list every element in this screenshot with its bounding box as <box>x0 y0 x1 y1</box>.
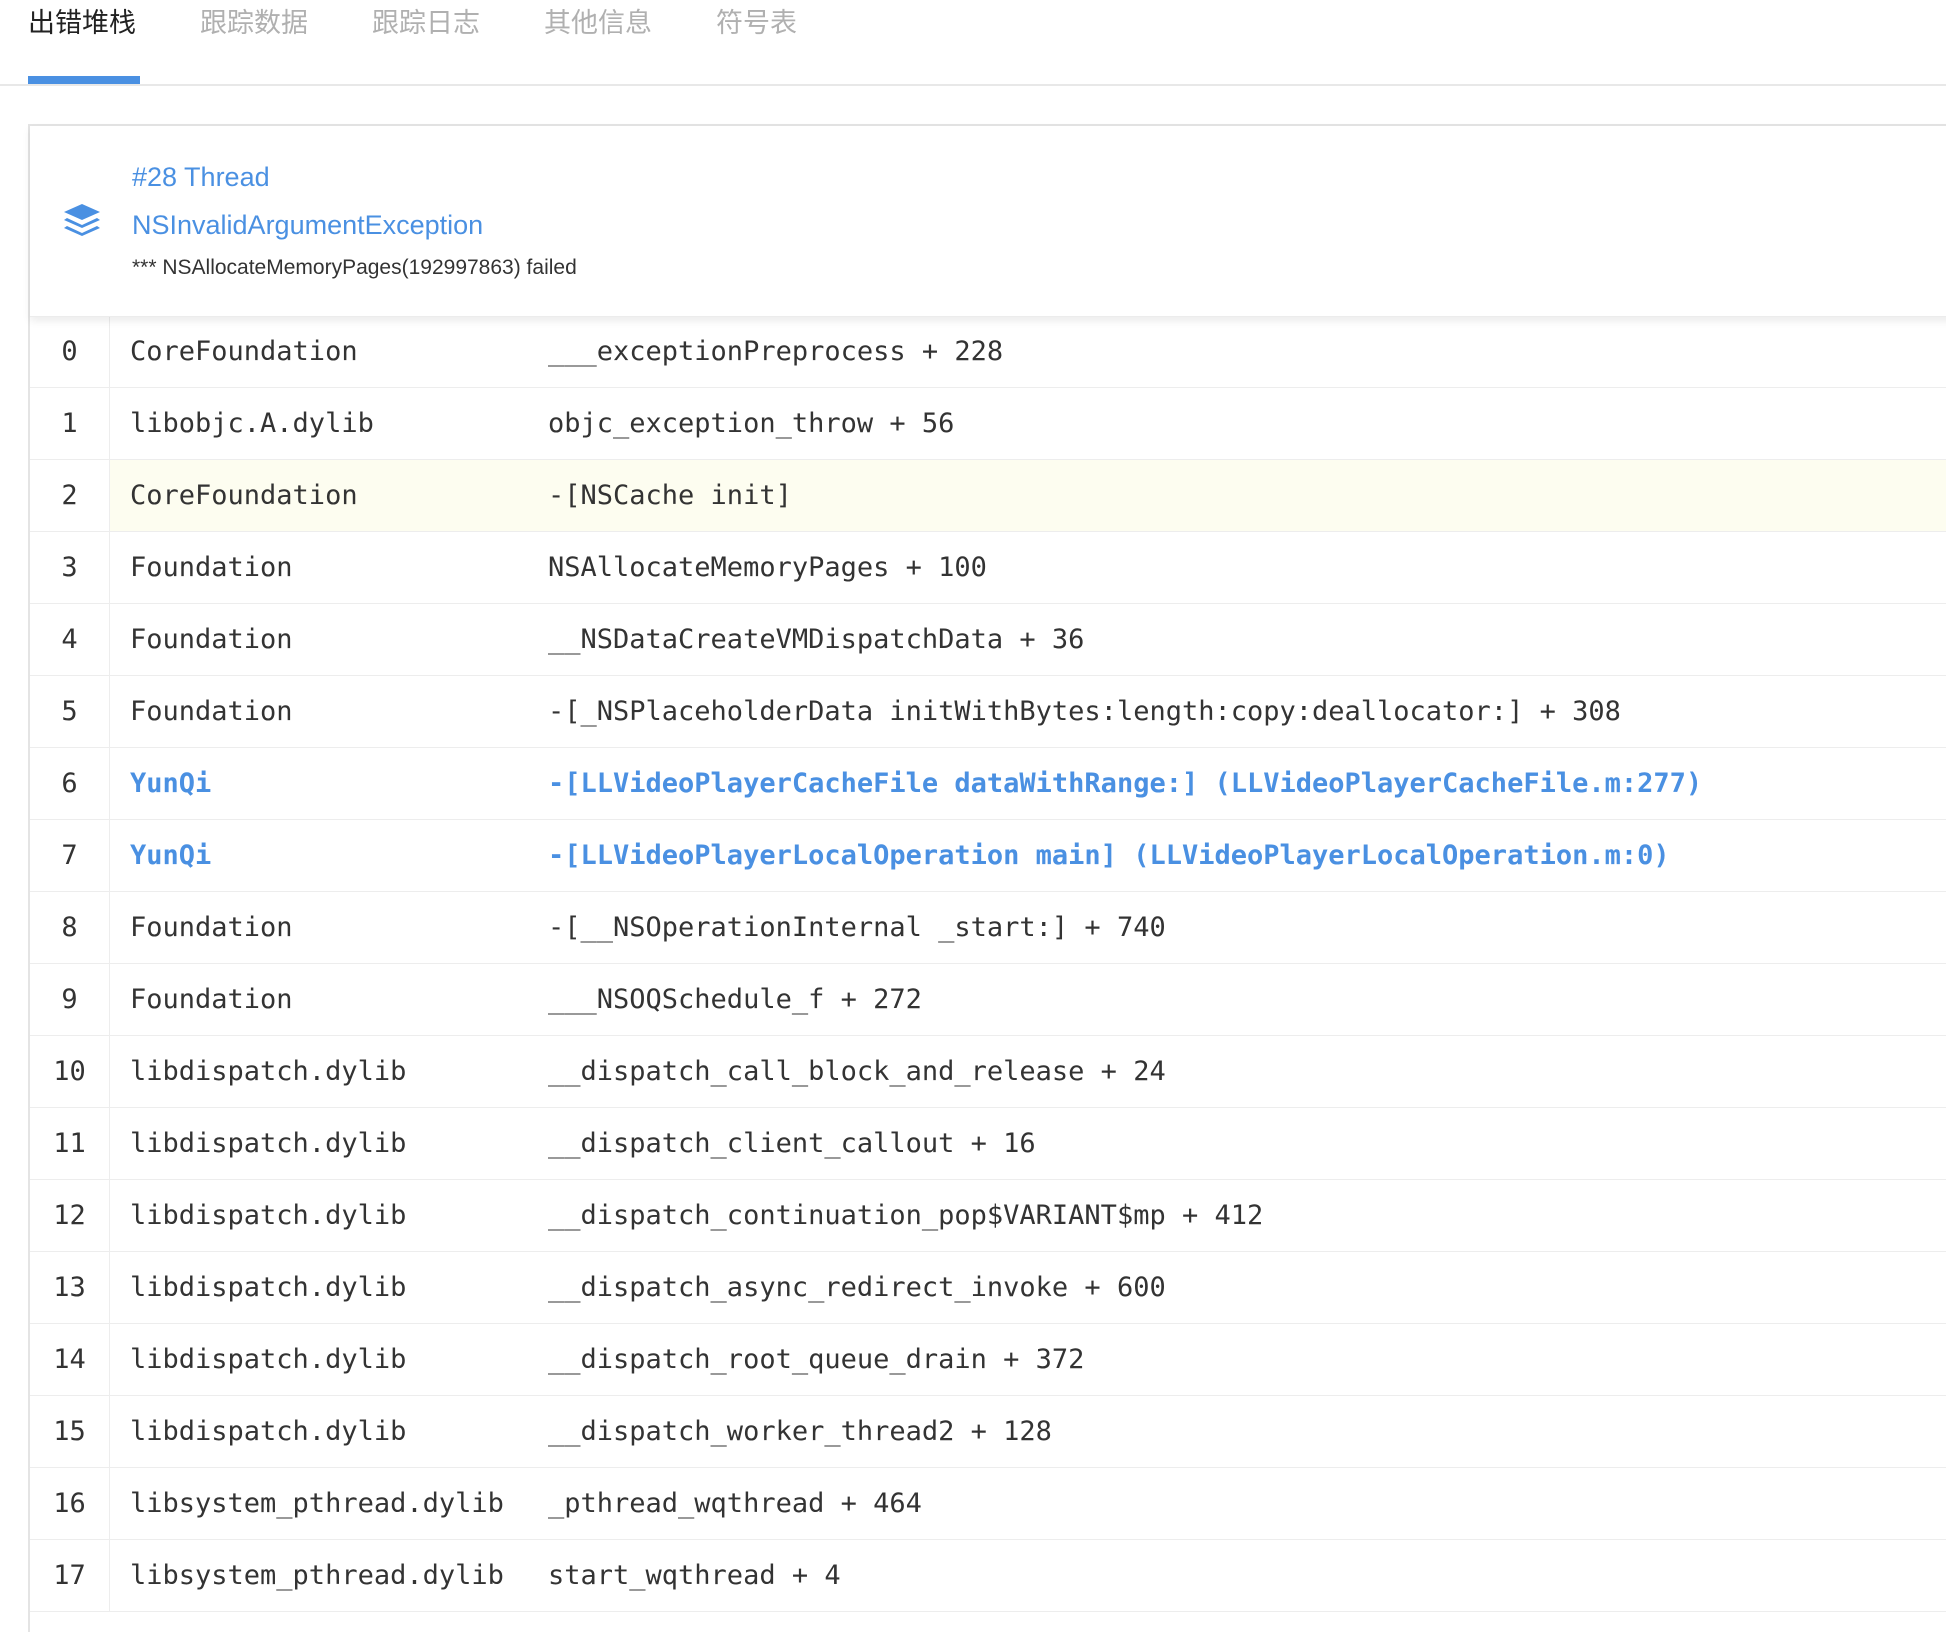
frame-symbol: __dispatch_worker_thread2 + 128 <box>548 1416 1052 1447</box>
stack-frame-row[interactable]: 1 libobjc.A.dylib objc_exception_throw + 5… <box>30 388 1946 460</box>
frame-module: libdispatch.dylib <box>130 1272 407 1303</box>
tab-bar: 出错堆栈 跟踪数据 跟踪日志 其他信息 符号表 <box>0 0 1946 86</box>
frame-index: 15 <box>30 1396 110 1467</box>
frame-index: 4 <box>30 604 110 675</box>
frame-symbol: __dispatch_async_redirect_invoke + 600 <box>548 1272 1166 1303</box>
frame-symbol: -[__NSOperationInternal _start:] + 740 <box>548 912 1166 943</box>
frame-module: libdispatch.dylib <box>130 1416 407 1447</box>
stack-frame-row[interactable]: 15 libdispatch.dylib __dispatch_worker_thr… <box>30 1396 1946 1468</box>
stack-frame-row[interactable]: 2 CoreFoundation -[NSCache init] <box>30 460 1946 532</box>
layers-icon <box>60 200 104 244</box>
frame-symbol: NSAllocateMemoryPages + 100 <box>548 552 987 583</box>
frame-index: 11 <box>30 1108 110 1179</box>
frame-index: 2 <box>30 460 110 531</box>
stack-frame-row[interactable]: 14 libdispatch.dylib __dispatch_root_queue… <box>30 1324 1946 1396</box>
frame-module: Foundation <box>130 552 293 583</box>
stack-trace-card: #28 Thread NSInvalidArgumentException **… <box>28 124 1946 1632</box>
frame-index: 3 <box>30 532 110 603</box>
frame-module: YunQi <box>130 840 212 871</box>
frame-index: 1 <box>30 388 110 459</box>
frame-module: libsystem_pthread.dylib <box>130 1560 504 1591</box>
frame-module: libdispatch.dylib <box>130 1056 407 1087</box>
frame-module: CoreFoundation <box>130 480 358 511</box>
frame-symbol: objc_exception_throw + 56 <box>548 408 955 439</box>
stack-frame-row[interactable]: 8 Foundation -[__NSOperationInternal _star… <box>30 892 1946 964</box>
tab-symbol-table[interactable]: 符号表 <box>716 4 797 44</box>
stack-frame-row[interactable]: 7 YunQi -[LLVideoPlayerLocalOperation main… <box>30 820 1946 892</box>
frame-index: 16 <box>30 1468 110 1539</box>
frame-index: 8 <box>30 892 110 963</box>
frame-module: libdispatch.dylib <box>130 1344 407 1375</box>
active-tab-indicator <box>28 76 140 84</box>
frame-index: 12 <box>30 1180 110 1251</box>
frame-symbol: _pthread_wqthread + 464 <box>548 1488 922 1519</box>
stack-frame-row[interactable]: 0 CoreFoundation ___exceptionPreprocess + … <box>30 316 1946 388</box>
frame-module: libsystem_pthread.dylib <box>130 1488 504 1519</box>
stack-frame-row[interactable]: 12 libdispatch.dylib __dispatch_continuati… <box>30 1180 1946 1252</box>
frame-symbol: -[_NSPlaceholderData initWithBytes:lengt… <box>548 696 1621 727</box>
frame-index: 6 <box>30 748 110 819</box>
crash-detail-page: 出错堆栈 跟踪数据 跟踪日志 其他信息 符号表 #28 Thread NSInv… <box>0 0 1946 1632</box>
frame-index: 7 <box>30 820 110 891</box>
frame-module: libdispatch.dylib <box>130 1200 407 1231</box>
frame-symbol: __dispatch_client_callout + 16 <box>548 1128 1036 1159</box>
frame-symbol: -[LLVideoPlayerCacheFile dataWithRange:]… <box>548 768 1703 799</box>
frame-module: CoreFoundation <box>130 336 358 367</box>
frame-module: libdispatch.dylib <box>130 1128 407 1159</box>
tab-trace-log[interactable]: 跟踪日志 <box>372 4 480 44</box>
stack-frame-row[interactable]: 11 libdispatch.dylib __dispatch_client_cal… <box>30 1108 1946 1180</box>
stack-frame-row[interactable]: 13 libdispatch.dylib __dispatch_async_redi… <box>30 1252 1946 1324</box>
frame-index: 13 <box>30 1252 110 1323</box>
thread-title-link[interactable]: #28 Thread <box>132 162 270 193</box>
frame-module: Foundation <box>130 984 293 1015</box>
tab-error-stack[interactable]: 出错堆栈 <box>28 4 136 44</box>
frame-module: Foundation <box>130 912 293 943</box>
stack-frame-row[interactable]: 17 libsystem_pthread.dylib start_wqthread … <box>30 1540 1946 1612</box>
frame-symbol: ___NSOQSchedule_f + 272 <box>548 984 922 1015</box>
frame-index: 0 <box>30 316 110 387</box>
frame-index: 10 <box>30 1036 110 1107</box>
frame-symbol: start_wqthread + 4 <box>548 1560 841 1591</box>
frame-module: Foundation <box>130 624 293 655</box>
stack-frame-row[interactable]: 6 YunQi -[LLVideoPlayerCacheFile dataWithR… <box>30 748 1946 820</box>
frame-symbol: ___exceptionPreprocess + 228 <box>548 336 1004 367</box>
frame-symbol: -[NSCache init] <box>548 480 792 511</box>
frame-module: YunQi <box>130 768 212 799</box>
frame-index: 17 <box>30 1540 110 1611</box>
tab-trace-data[interactable]: 跟踪数据 <box>200 4 308 44</box>
frame-module: Foundation <box>130 696 293 727</box>
stack-frame-row[interactable]: 16 libsystem_pthread.dylib _pthread_wqthre… <box>30 1468 1946 1540</box>
stack-frame-row[interactable]: 5 Foundation -[_NSPlaceholderData initWith… <box>30 676 1946 748</box>
frame-symbol: -[LLVideoPlayerLocalOperation main] (LLV… <box>548 840 1670 871</box>
frame-module: libobjc.A.dylib <box>130 408 374 439</box>
stack-frames-list: 0 CoreFoundation ___exceptionPreprocess + … <box>30 316 1946 1612</box>
stack-frame-row[interactable]: 10 libdispatch.dylib __dispatch_call_block… <box>30 1036 1946 1108</box>
frame-index: 9 <box>30 964 110 1035</box>
stack-frame-row[interactable]: 9 Foundation ___NSOQSchedule_f + 272 <box>30 964 1946 1036</box>
exception-name-link[interactable]: NSInvalidArgumentException <box>132 210 483 241</box>
stack-frame-row[interactable]: 4 Foundation __NSDataCreateVMDispatchData … <box>30 604 1946 676</box>
frame-symbol: __dispatch_root_queue_drain + 372 <box>548 1344 1085 1375</box>
frame-index: 14 <box>30 1324 110 1395</box>
stack-frame-row[interactable]: 3 Foundation NSAllocateMemoryPages + 100 <box>30 532 1946 604</box>
exception-reason: *** NSAllocateMemoryPages(192997863) fai… <box>132 256 577 279</box>
tab-other-info[interactable]: 其他信息 <box>544 4 652 44</box>
frame-symbol: __dispatch_call_block_and_release + 24 <box>548 1056 1166 1087</box>
frame-symbol: __dispatch_continuation_pop$VARIANT$mp +… <box>548 1200 1264 1231</box>
frame-index: 5 <box>30 676 110 747</box>
frame-symbol: __NSDataCreateVMDispatchData + 36 <box>548 624 1085 655</box>
thread-header: #28 Thread NSInvalidArgumentException **… <box>30 126 1946 317</box>
